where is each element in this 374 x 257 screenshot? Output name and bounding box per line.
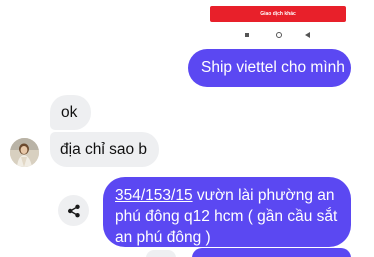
avatar[interactable] bbox=[10, 138, 39, 167]
address-link[interactable]: 354/153/15 bbox=[115, 187, 193, 204]
avatar-image bbox=[10, 138, 39, 167]
share-icon bbox=[67, 204, 80, 217]
other-transaction-button[interactable]: Giao dịch khác bbox=[210, 6, 346, 22]
reaction-peek bbox=[146, 250, 176, 257]
message-text: phú đông q12 hcm ( gần cầu sắt bbox=[115, 208, 338, 225]
incoming-message[interactable]: ok bbox=[50, 95, 91, 130]
home-icon[interactable] bbox=[276, 32, 282, 38]
message-text: Ship viettel cho mình bbox=[201, 59, 345, 76]
screenshot-preview[interactable]: Giao dịch khác bbox=[207, 0, 351, 46]
recent-apps-icon[interactable] bbox=[245, 33, 249, 37]
message-text: an phú đông ) bbox=[115, 229, 211, 246]
share-button[interactable] bbox=[58, 195, 89, 226]
message-text: địa chỉ sao b bbox=[60, 141, 148, 158]
chat-screen: Giao dịch khác Ship viettel cho mình ok … bbox=[0, 0, 374, 257]
outgoing-message[interactable]: 354/153/15 vườn lài phường an phú đông q… bbox=[103, 177, 351, 247]
incoming-message[interactable]: địa chỉ sao b bbox=[50, 132, 159, 167]
message-text: vườn lài phường an bbox=[192, 187, 335, 204]
back-icon[interactable] bbox=[305, 32, 310, 38]
message-text: ok bbox=[61, 104, 78, 121]
outgoing-message[interactable] bbox=[192, 248, 351, 257]
outgoing-message[interactable]: Ship viettel cho mình bbox=[188, 49, 351, 87]
